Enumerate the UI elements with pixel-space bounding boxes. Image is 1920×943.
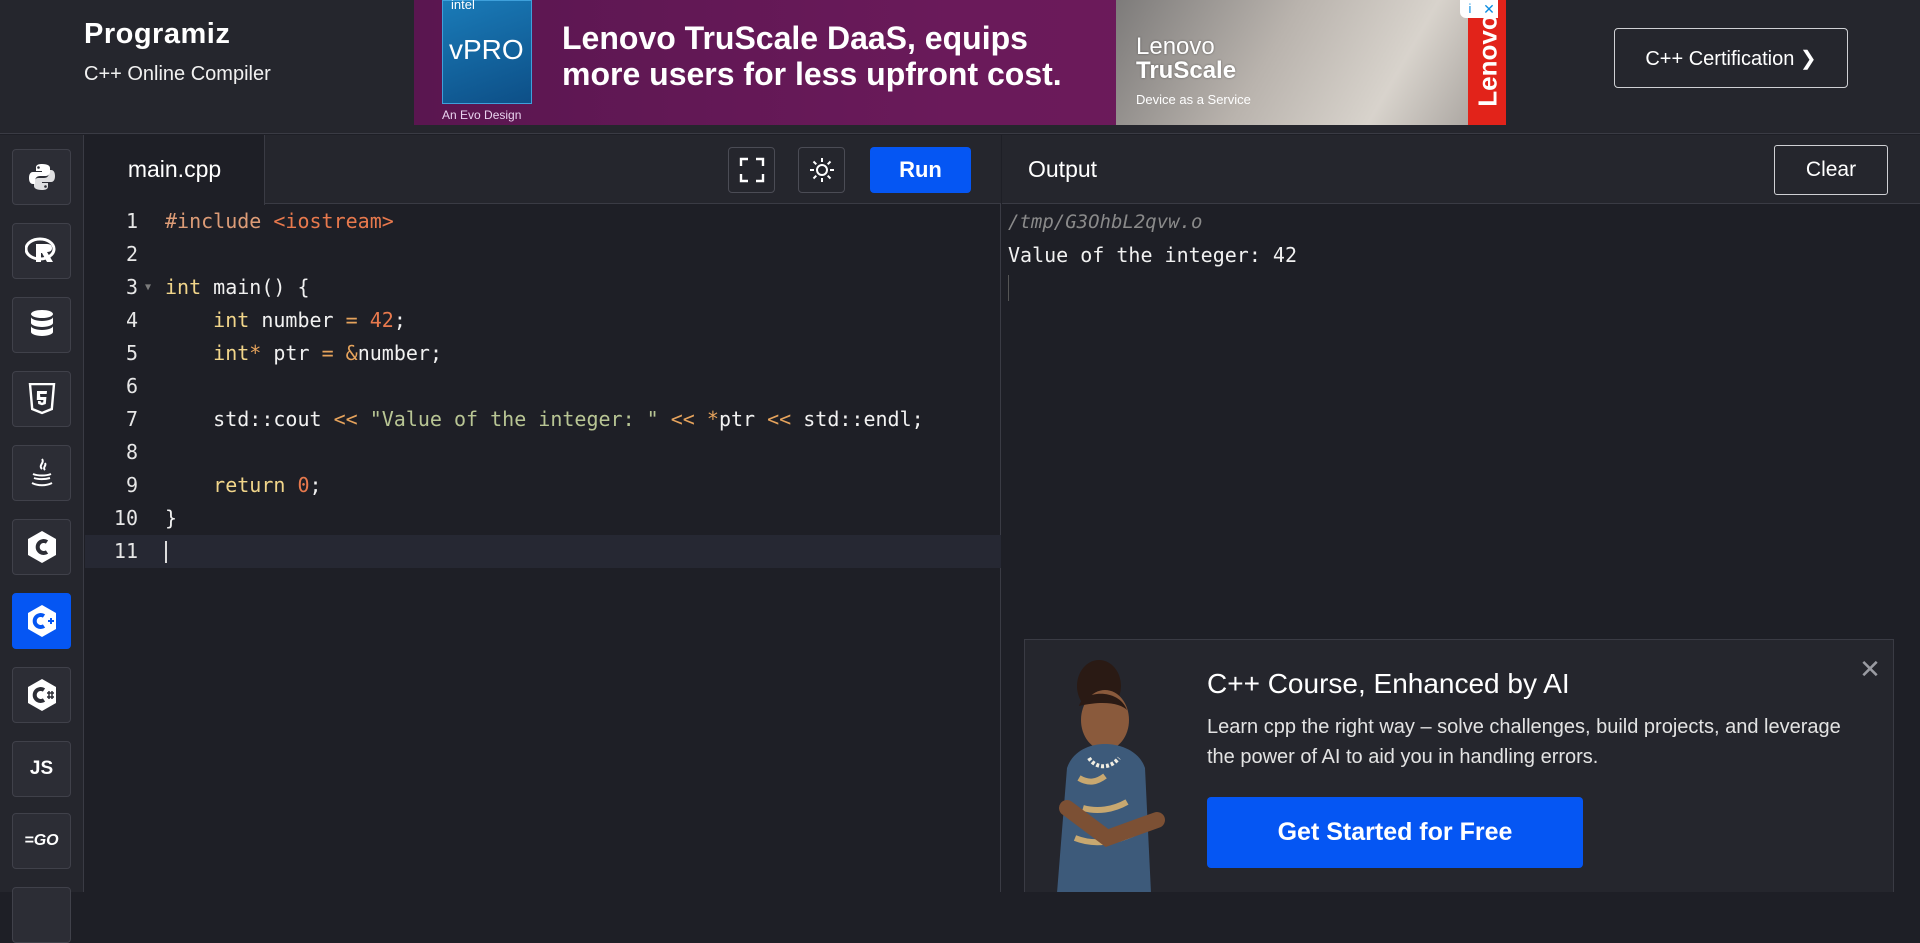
- close-icon[interactable]: ✕: [1857, 656, 1883, 682]
- code-line[interactable]: 5 int* ptr = &number;: [85, 337, 1001, 370]
- code-line[interactable]: 9 return 0;: [85, 469, 1001, 502]
- code-line[interactable]: 6: [85, 370, 1001, 403]
- daas-tagline: Device as a Service: [1136, 92, 1251, 107]
- run-button[interactable]: Run: [870, 147, 971, 193]
- csharp-icon: [27, 679, 56, 711]
- editor-toolbar: main.cpp Run: [85, 135, 1001, 205]
- line-number: 7: [125, 407, 138, 431]
- java-icon: [31, 458, 52, 487]
- sidebar-item-html[interactable]: [12, 371, 71, 427]
- r-icon: [24, 237, 55, 262]
- sidebar-item-r[interactable]: [12, 223, 71, 279]
- output-binary-path: /tmp/G3OhbL2qvw.o: [1008, 211, 1203, 233]
- promo-title: C++ Course, Enhanced by AI: [1207, 668, 1570, 699]
- code-line[interactable]: 1 #include <iostream>: [85, 205, 1001, 238]
- line-number: 8: [125, 440, 138, 464]
- sidebar-item-c[interactable]: [12, 519, 71, 575]
- theme-toggle-button[interactable]: [798, 147, 845, 193]
- fullscreen-icon: [739, 157, 764, 183]
- sun-icon: [809, 158, 834, 182]
- top-bar: Programiz C++ Online Compiler intel vPRO…: [0, 0, 1920, 134]
- code-text: }: [165, 506, 178, 530]
- promo-person-image: [1057, 660, 1165, 892]
- database-icon: [30, 310, 53, 336]
- vpro-label: vPRO: [449, 34, 524, 65]
- ad-headline[interactable]: Lenovo TruScale DaaS, equips more users …: [562, 20, 1082, 92]
- code-line[interactable]: 3 ▼ int main() {: [85, 271, 1001, 304]
- code-line[interactable]: 2: [85, 238, 1001, 271]
- sidebar-item-more[interactable]: [12, 887, 71, 943]
- sidebar-item-java[interactable]: [12, 445, 71, 501]
- code-line-current[interactable]: 11: [85, 535, 1001, 568]
- code-line[interactable]: 7 std::cout << "Value of the integer: " …: [85, 403, 1001, 436]
- ad-banner[interactable]: intel vPRO An Evo Design Lenovo TruScale…: [414, 0, 1506, 125]
- code-text: int* ptr = &number;: [213, 341, 442, 365]
- output-input-caret[interactable]: [1008, 275, 1009, 301]
- lenovo-word: Lenovo: [1136, 33, 1215, 60]
- truscale-word: TruScale: [1136, 57, 1237, 84]
- ad-photo[interactable]: Lenovo TruScale Device as a Service: [1116, 0, 1506, 125]
- cpp-icon: [27, 605, 56, 637]
- code-text: return 0;: [213, 473, 322, 497]
- intel-vpro-badge: intel vPRO: [442, 0, 532, 104]
- code-text: int main() {: [165, 275, 310, 299]
- line-number: 11: [113, 539, 138, 563]
- evo-design-label: An Evo Design: [442, 108, 522, 122]
- get-started-button[interactable]: Get Started for Free: [1207, 797, 1583, 868]
- fullscreen-button[interactable]: [728, 147, 775, 193]
- output-toolbar: Output Clear: [1002, 135, 1920, 204]
- course-promo-popup: C++ Course, Enhanced by AI Learn cpp the…: [1024, 639, 1894, 892]
- line-number: 10: [113, 506, 138, 530]
- line-number: 3: [125, 275, 138, 299]
- code-line[interactable]: 4 int number = 42;: [85, 304, 1001, 337]
- editor-pane: main.cpp Run 1 #include <iostream> 2 3 ▼…: [85, 135, 1001, 892]
- html5-icon: [28, 383, 55, 415]
- go-icon: =GO: [24, 832, 59, 849]
- javascript-icon: JS: [29, 758, 54, 779]
- line-number: 5: [125, 341, 138, 365]
- lenovo-vertical-logo: Lenovo: [1472, 14, 1503, 107]
- text-cursor: [165, 541, 167, 563]
- c-icon: [27, 531, 56, 563]
- truscale-logo-text: Lenovo TruScale: [1136, 35, 1236, 83]
- sidebar-item-cpp[interactable]: [12, 593, 71, 649]
- ad-close-icon[interactable]: ✕: [1480, 0, 1498, 18]
- compiler-title: C++ Online Compiler: [84, 63, 271, 85]
- brand[interactable]: Programiz C++ Online Compiler: [84, 18, 271, 86]
- lenovo-brand-strip: Lenovo: [1468, 0, 1506, 125]
- line-number: 2: [125, 242, 138, 266]
- ad-info-icon[interactable]: i: [1460, 0, 1480, 18]
- line-number: 1: [125, 209, 138, 233]
- intel-label: intel: [451, 0, 475, 12]
- sidebar-item-csharp[interactable]: [12, 667, 71, 723]
- output-text: Value of the integer: 42: [1008, 243, 1297, 267]
- line-number: 9: [125, 473, 138, 497]
- code-line[interactable]: 8: [85, 436, 1001, 469]
- sidebar-item-go[interactable]: =GO: [12, 813, 71, 869]
- promo-description: Learn cpp the right way – solve challeng…: [1207, 716, 1841, 768]
- code-line[interactable]: 10 }: [85, 502, 1001, 535]
- code-text: int number = 42;: [213, 308, 406, 332]
- programiz-logo[interactable]: Programiz: [84, 18, 271, 51]
- file-tab-main-cpp[interactable]: main.cpp: [85, 135, 265, 205]
- language-sidebar: JS =GO: [0, 135, 84, 943]
- clear-button[interactable]: Clear: [1774, 145, 1888, 195]
- python-icon: [28, 164, 55, 190]
- cpp-certification-button[interactable]: C++ Certification ❯: [1614, 28, 1848, 88]
- sidebar-item-python[interactable]: [12, 149, 71, 205]
- code-editor[interactable]: 1 #include <iostream> 2 3 ▼ int main() {…: [85, 205, 1001, 892]
- line-number: 6: [125, 374, 138, 398]
- code-text: std::cout << "Value of the integer: " <<…: [165, 407, 924, 431]
- sidebar-item-sql[interactable]: [12, 297, 71, 353]
- output-title: Output: [1028, 156, 1098, 182]
- line-number: 4: [125, 308, 138, 332]
- fold-arrow-icon[interactable]: ▼: [145, 271, 151, 304]
- code-text: #include <iostream>: [165, 209, 394, 233]
- sidebar-item-javascript[interactable]: JS: [12, 741, 71, 797]
